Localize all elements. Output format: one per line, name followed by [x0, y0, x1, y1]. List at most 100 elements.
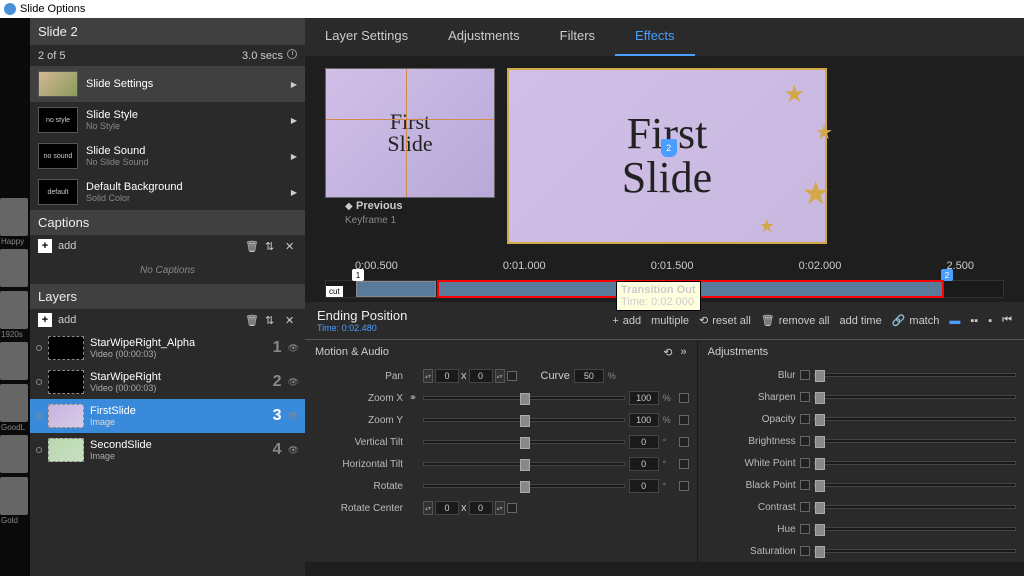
adjust-opacity: Opacity: [698, 408, 1024, 430]
slider[interactable]: [814, 373, 1016, 377]
sort-icon[interactable]: ⇅: [265, 314, 277, 326]
checkbox[interactable]: [800, 480, 810, 490]
value-input[interactable]: 0: [629, 457, 659, 471]
slider[interactable]: [423, 484, 625, 488]
layer-row[interactable]: StarWipeRightVideo (00:00:03)2👁: [30, 365, 305, 399]
control-horizontal-tilt: Horizontal Tilt0°: [305, 453, 697, 475]
tab-adjustments[interactable]: Adjustments: [428, 18, 540, 56]
add-caption-button[interactable]: +: [38, 239, 52, 253]
add-layer-button[interactable]: +: [38, 313, 52, 327]
slider[interactable]: [423, 396, 625, 400]
slider[interactable]: [423, 462, 625, 466]
checkbox[interactable]: [800, 546, 810, 556]
toolbar-add[interactable]: + add: [612, 315, 641, 327]
slider[interactable]: [423, 418, 625, 422]
value-input[interactable]: 0: [629, 479, 659, 493]
checkbox[interactable]: [800, 524, 810, 534]
layer-row[interactable]: SecondSlideImage4👁: [30, 433, 305, 467]
toolbar-reset-all[interactable]: ⟲ reset all: [699, 314, 751, 327]
project-thumb[interactable]: [0, 435, 28, 473]
checkbox[interactable]: [679, 437, 689, 447]
slide-settings-item[interactable]: no styleSlide StyleNo Style▶: [30, 102, 305, 138]
visibility-icon[interactable]: 👁: [288, 411, 299, 422]
tab-effects[interactable]: Effects: [615, 18, 695, 56]
preview-previous[interactable]: FirstSlide: [325, 68, 495, 198]
settings-icon[interactable]: ✕: [285, 314, 297, 326]
control-rotate: Rotate0°: [305, 475, 697, 497]
x-input[interactable]: [435, 369, 459, 383]
keyframe-marker-1[interactable]: 1: [352, 269, 364, 281]
y-input[interactable]: [469, 369, 493, 383]
trash-icon[interactable]: 🗑: [245, 314, 257, 326]
timeline[interactable]: 0:00.5000:01.0000:01.5000:02.0002.500 1 …: [305, 256, 1024, 302]
toolbar-add-time[interactable]: add time: [840, 315, 882, 327]
timeline-track[interactable]: 1 2 cut Transition Out Time: 0:02.000: [325, 280, 1004, 298]
refresh-icon[interactable]: ⟲: [663, 346, 672, 359]
control-zoom-y: Zoom Y100%: [305, 409, 697, 431]
visibility-icon[interactable]: 👁: [288, 445, 299, 456]
slide-settings-item[interactable]: no soundSlide SoundNo Slide Sound▶: [30, 138, 305, 174]
layer-row[interactable]: StarWipeRight_AlphaVideo (00:00:03)1👁: [30, 331, 305, 365]
value-input[interactable]: 100: [629, 391, 659, 405]
checkbox[interactable]: [679, 481, 689, 491]
checkbox[interactable]: [800, 370, 810, 380]
preview-area: FirstSlide ◆ Previous Keyframe 1 FirstSl…: [305, 56, 1024, 256]
adjust-saturation: Saturation: [698, 540, 1024, 562]
checkbox[interactable]: [679, 415, 689, 425]
link-icon[interactable]: ⚭: [407, 393, 419, 404]
slider[interactable]: [814, 483, 1016, 487]
project-thumb[interactable]: [0, 384, 28, 422]
visibility-icon[interactable]: 👁: [288, 377, 299, 388]
slider[interactable]: [814, 527, 1016, 531]
timeline-segment[interactable]: [356, 281, 436, 297]
slider[interactable]: [814, 549, 1016, 553]
skip-icon[interactable]: ⏮: [1002, 314, 1012, 327]
layers-toolbar: + add 🗑⇅✕: [30, 309, 305, 331]
checkbox[interactable]: [679, 459, 689, 469]
checkbox[interactable]: [800, 414, 810, 424]
layer-row[interactable]: FirstSlideImage3👁: [30, 399, 305, 433]
captions-header: Captions: [30, 210, 305, 235]
toolbar-remove-all[interactable]: 🗑 remove all: [761, 314, 830, 327]
sort-icon[interactable]: ⇅: [265, 240, 277, 252]
project-thumb[interactable]: [0, 342, 28, 380]
value-input[interactable]: 100: [629, 413, 659, 427]
slider[interactable]: [814, 417, 1016, 421]
main-panel: Layer SettingsAdjustmentsFiltersEffects …: [305, 18, 1024, 576]
expand-icon[interactable]: »: [681, 346, 687, 359]
checkbox[interactable]: [800, 458, 810, 468]
project-thumb[interactable]: [0, 477, 28, 515]
time-marks: 0:00.5000:01.0000:01.5000:02.0002.500: [325, 260, 1004, 272]
keyframe-marker-2[interactable]: 2: [941, 269, 953, 281]
settings-icon[interactable]: ✕: [285, 240, 297, 252]
slider[interactable]: [814, 505, 1016, 509]
tab-filters[interactable]: Filters: [540, 18, 615, 56]
layer-badge: 2: [661, 139, 677, 157]
tab-layer-settings[interactable]: Layer Settings: [305, 18, 428, 56]
preview-current[interactable]: FirstSlide ★ ★ ★ ★ 2: [507, 68, 827, 244]
slider[interactable]: [423, 440, 625, 444]
project-thumb[interactable]: [0, 249, 28, 287]
checkbox[interactable]: [800, 436, 810, 446]
slide-settings-item[interactable]: defaultDefault BackgroundSolid Color▶: [30, 174, 305, 210]
adjust-white-point: White Point: [698, 452, 1024, 474]
value-input[interactable]: 0: [629, 435, 659, 449]
trash-icon[interactable]: 🗑: [245, 240, 257, 252]
toolbar-match[interactable]: 🔗 match: [892, 314, 940, 327]
slider[interactable]: [814, 461, 1016, 465]
toolbar-multiple[interactable]: multiple: [651, 315, 689, 327]
y-input[interactable]: [469, 501, 493, 515]
checkbox[interactable]: [800, 502, 810, 512]
slider[interactable]: [814, 395, 1016, 399]
visibility-icon[interactable]: 👁: [288, 343, 299, 354]
checkbox[interactable]: [800, 392, 810, 402]
control-rotate-center: Rotate Center▴▾x▴▾: [305, 497, 697, 519]
x-input[interactable]: [435, 501, 459, 515]
project-thumb[interactable]: [0, 291, 28, 329]
slide-settings-item[interactable]: Slide Settings▶: [30, 66, 305, 102]
checkbox[interactable]: [679, 393, 689, 403]
slider[interactable]: [814, 439, 1016, 443]
project-thumb[interactable]: [0, 198, 28, 236]
scrub-icons[interactable]: ▬: [949, 315, 960, 327]
slide-duration: 3.0 secs: [242, 49, 297, 62]
